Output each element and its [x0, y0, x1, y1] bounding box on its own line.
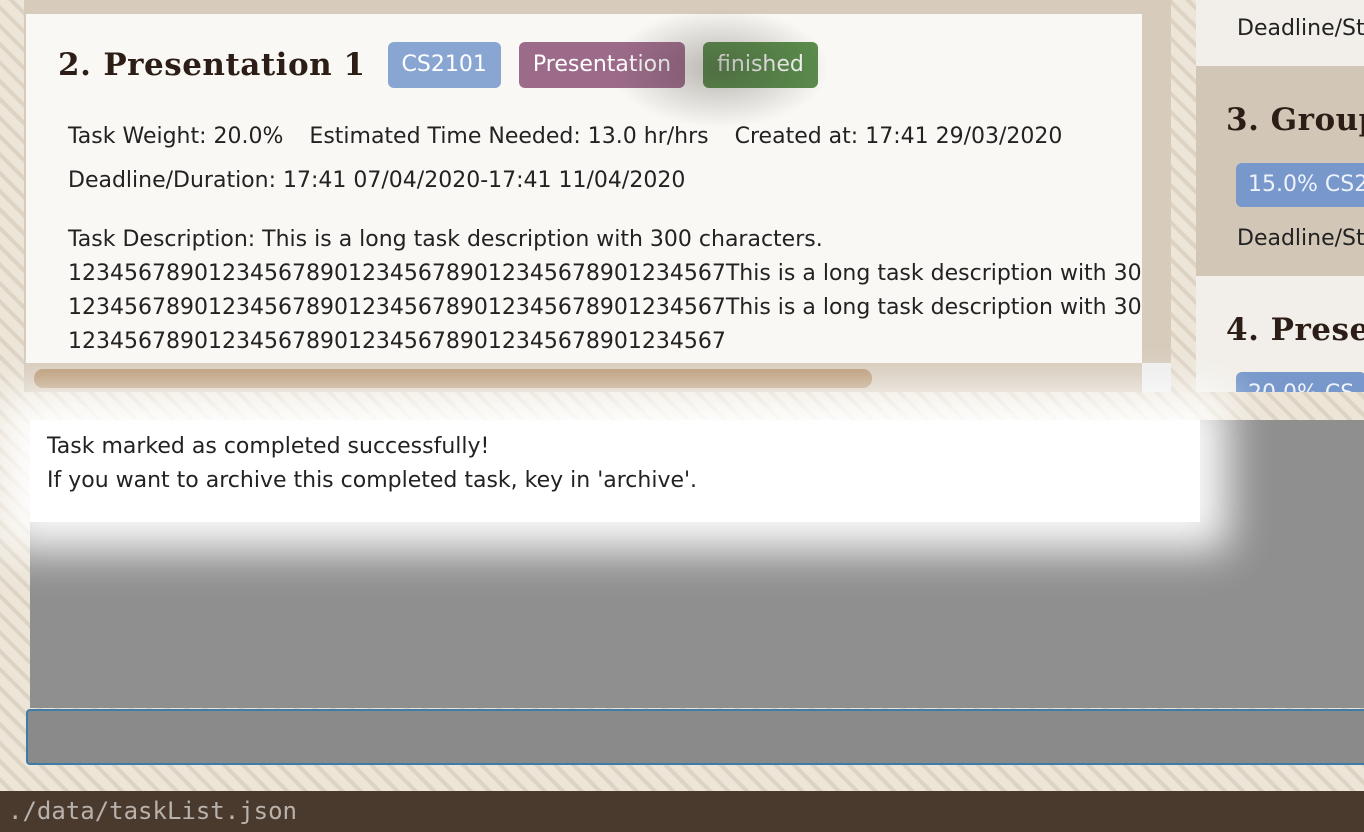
task-description-line: 1234567890123456789012345678901234567890… — [68, 295, 1142, 320]
status-bar: ./data/taskList.json — [0, 791, 1364, 832]
save-location-path: ./data/taskList.json — [8, 797, 297, 825]
task-list-item[interactable]: Deadline/St — [1196, 0, 1364, 66]
task-description-line: Task Description: This is a long task de… — [68, 227, 823, 252]
module-tag: CS2101 — [387, 42, 501, 88]
task-deadline: Deadline/Duration: 17:41 07/04/2020-17:4… — [68, 168, 686, 193]
scrollbar-corner — [1142, 363, 1171, 392]
result-message-area: Task marked as completed successfully! I… — [30, 420, 1200, 522]
task-list-panel[interactable]: Deadline/St 3. Group 15.0% CS2 Deadline/… — [1196, 0, 1364, 392]
task-list-item-deadline: Deadline/St — [1237, 226, 1364, 251]
result-display: Task marked as completed successfully! I… — [30, 420, 1364, 708]
task-description: Task Description: This is a long task de… — [68, 223, 1142, 359]
task-detail-panel: 2. Presentation 1 CS2101 Presentation fi… — [24, 0, 1171, 392]
result-message: Task marked as completed successfully! I… — [47, 430, 697, 498]
task-created-at: Created at: 17:41 29/03/2020 — [734, 124, 1063, 149]
result-line: Task marked as completed successfully! — [47, 434, 490, 459]
task-detail-card: 2. Presentation 1 CS2101 Presentation fi… — [26, 14, 1142, 363]
task-list-item-title: 4. Prese — [1226, 312, 1364, 348]
task-name: Presentation 1 — [103, 47, 366, 83]
result-line: If you want to archive this completed ta… — [47, 468, 698, 493]
task-description-line: 1234567890123456789012345678901234567890… — [68, 261, 1142, 286]
task-meta-row: Task Weight: 20.0% Estimated Time Needed… — [68, 124, 1081, 149]
task-index: 2. — [58, 47, 92, 83]
task-list-item-title: 3. Group — [1226, 102, 1364, 138]
status-tag: finished — [703, 42, 818, 88]
type-tag: Presentation — [518, 42, 686, 88]
task-list-item-badge: 15.0% CS2 — [1236, 163, 1364, 207]
task-title-row: 2. Presentation 1 CS2101 Presentation fi… — [58, 42, 818, 88]
task-weight: Task Weight: 20.0% — [68, 124, 284, 149]
task-time-needed: Estimated Time Needed: 13.0 hr/hrs — [309, 124, 709, 149]
horizontal-scrollbar-thumb[interactable] — [34, 369, 872, 388]
task-list-item-deadline: Deadline/St — [1237, 16, 1364, 41]
task-list-item-badge: 20.0% CS — [1236, 372, 1364, 392]
task-list-item[interactable]: 4. Prese 20.0% CS — [1196, 276, 1364, 392]
task-description-line: 1234567890123456789012345678901234567890… — [68, 329, 726, 354]
command-input[interactable] — [26, 709, 1364, 765]
horizontal-scrollbar[interactable] — [26, 363, 1142, 392]
task-list-item[interactable]: 3. Group 15.0% CS2 Deadline/St — [1196, 66, 1364, 276]
